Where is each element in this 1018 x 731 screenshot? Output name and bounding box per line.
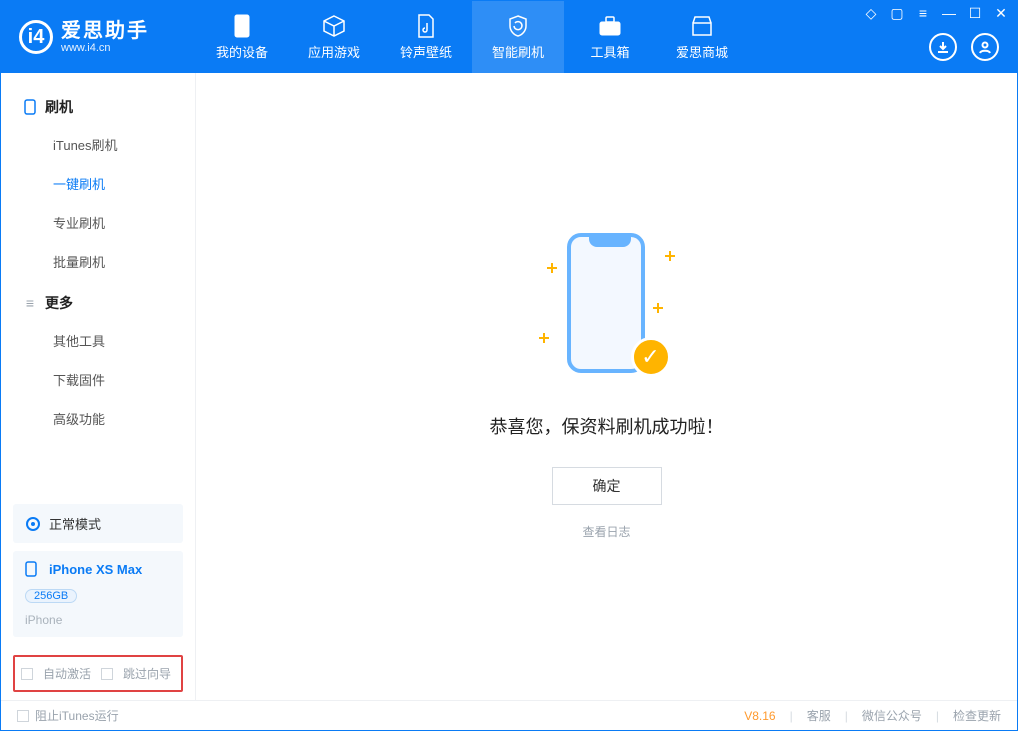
- sidebar-item-other-tools[interactable]: 其他工具: [1, 321, 195, 360]
- music-file-icon: [414, 14, 438, 38]
- nav-label: 爱思商城: [676, 42, 728, 61]
- nav-toolbox[interactable]: 工具箱: [564, 1, 656, 73]
- flash-options: 自动激活 跳过向导: [13, 655, 183, 692]
- device-mode-box[interactable]: 正常模式: [13, 504, 183, 543]
- checkmark-badge-icon: ✓: [631, 337, 671, 377]
- block-itunes-label: 阻止iTunes运行: [35, 707, 119, 724]
- device-info-box[interactable]: iPhone XS Max 256GB iPhone: [13, 551, 183, 637]
- nav-ringtones[interactable]: 铃声壁纸: [380, 1, 472, 73]
- top-nav: 我的设备 应用游戏 铃声壁纸 智能刷机 工具箱 爱思商城: [196, 1, 748, 73]
- sidebar-item-oneclick-flash[interactable]: 一键刷机: [1, 164, 195, 203]
- status-bar: 阻止iTunes运行 V8.16 | 客服 | 微信公众号 | 检查更新: [1, 700, 1017, 730]
- cube-icon: [322, 14, 346, 38]
- phone-icon: [25, 561, 41, 577]
- checkbox-skip-guide[interactable]: [101, 668, 113, 680]
- device-icon: [230, 14, 254, 38]
- mode-label: 正常模式: [49, 514, 101, 533]
- maximize-icon[interactable]: ☐: [967, 5, 983, 21]
- sidebar: 刷机 iTunes刷机 一键刷机 专业刷机 批量刷机 ≡ 更多 其他工具 下载固…: [1, 73, 196, 700]
- main-content: ✓ 恭喜您，保资料刷机成功啦！ 确定 查看日志: [196, 73, 1017, 700]
- footer-link-wechat[interactable]: 微信公众号: [862, 707, 922, 724]
- list-icon: ≡: [23, 296, 37, 310]
- menu-icon[interactable]: ≡: [915, 5, 931, 21]
- window-controls: ◇ ▢ ≡ — ☐ ✕: [863, 5, 1009, 21]
- nav-label: 智能刷机: [492, 42, 544, 61]
- sidebar-item-pro-flash[interactable]: 专业刷机: [1, 203, 195, 242]
- logo-icon: i4: [19, 20, 53, 54]
- nav-my-device[interactable]: 我的设备: [196, 1, 288, 73]
- app-subtitle: www.i4.cn: [61, 42, 149, 54]
- footer-link-support[interactable]: 客服: [807, 707, 831, 724]
- sidebar-item-batch-flash[interactable]: 批量刷机: [1, 242, 195, 281]
- close-icon[interactable]: ✕: [993, 5, 1009, 21]
- device-type: iPhone: [25, 613, 62, 627]
- success-message: 恭喜您，保资料刷机成功啦！: [490, 413, 724, 439]
- checkbox-block-itunes[interactable]: [17, 710, 29, 722]
- device-panel: 正常模式 iPhone XS Max 256GB iPhone: [1, 504, 195, 655]
- app-header: i4 爱思助手 www.i4.cn 我的设备 应用游戏 铃声壁纸 智能刷机 工具…: [1, 1, 1017, 73]
- user-icon[interactable]: [971, 33, 999, 61]
- skin-icon[interactable]: ◇: [863, 5, 879, 21]
- nav-apps[interactable]: 应用游戏: [288, 1, 380, 73]
- nav-label: 工具箱: [590, 42, 629, 61]
- sidebar-section-flash: 刷机 iTunes刷机 一键刷机 专业刷机 批量刷机: [1, 89, 195, 281]
- mode-icon: [25, 516, 41, 532]
- skip-guide-label: 跳过向导: [123, 665, 171, 682]
- confirm-button[interactable]: 确定: [552, 467, 662, 505]
- phone-outline-icon: [23, 100, 37, 114]
- view-log-link[interactable]: 查看日志: [582, 523, 630, 540]
- sidebar-item-advanced[interactable]: 高级功能: [1, 399, 195, 438]
- sidebar-section-header[interactable]: 刷机: [1, 89, 195, 125]
- download-icon[interactable]: [929, 33, 957, 61]
- nav-flash[interactable]: 智能刷机: [472, 1, 564, 73]
- sidebar-item-itunes-flash[interactable]: iTunes刷机: [1, 125, 195, 164]
- nav-label: 我的设备: [216, 42, 268, 61]
- sidebar-section-header[interactable]: ≡ 更多: [1, 285, 195, 321]
- device-storage: 256GB: [25, 589, 77, 603]
- sidebar-section-more: ≡ 更多 其他工具 下载固件 高级功能: [1, 285, 195, 438]
- app-body: 刷机 iTunes刷机 一键刷机 专业刷机 批量刷机 ≡ 更多 其他工具 下载固…: [1, 73, 1017, 700]
- nav-label: 铃声壁纸: [400, 42, 452, 61]
- app-title: 爱思助手: [61, 20, 149, 42]
- logo: i4 爱思助手 www.i4.cn: [1, 1, 196, 73]
- header-utility-icons: [929, 33, 999, 61]
- auto-activate-label: 自动激活: [43, 665, 91, 682]
- version-label: V8.16: [744, 709, 775, 723]
- checkbox-auto-activate[interactable]: [21, 668, 33, 680]
- device-name: iPhone XS Max: [49, 562, 142, 577]
- success-illustration: ✓: [537, 233, 677, 383]
- nav-label: 应用游戏: [308, 42, 360, 61]
- nav-store[interactable]: 爱思商城: [656, 1, 748, 73]
- shield-refresh-icon: [506, 14, 530, 38]
- footer-link-update[interactable]: 检查更新: [953, 707, 1001, 724]
- feedback-icon[interactable]: ▢: [889, 5, 905, 21]
- sidebar-item-download-firmware[interactable]: 下载固件: [1, 360, 195, 399]
- toolbox-icon: [598, 14, 622, 38]
- store-icon: [690, 14, 714, 38]
- minimize-icon[interactable]: —: [941, 5, 957, 21]
